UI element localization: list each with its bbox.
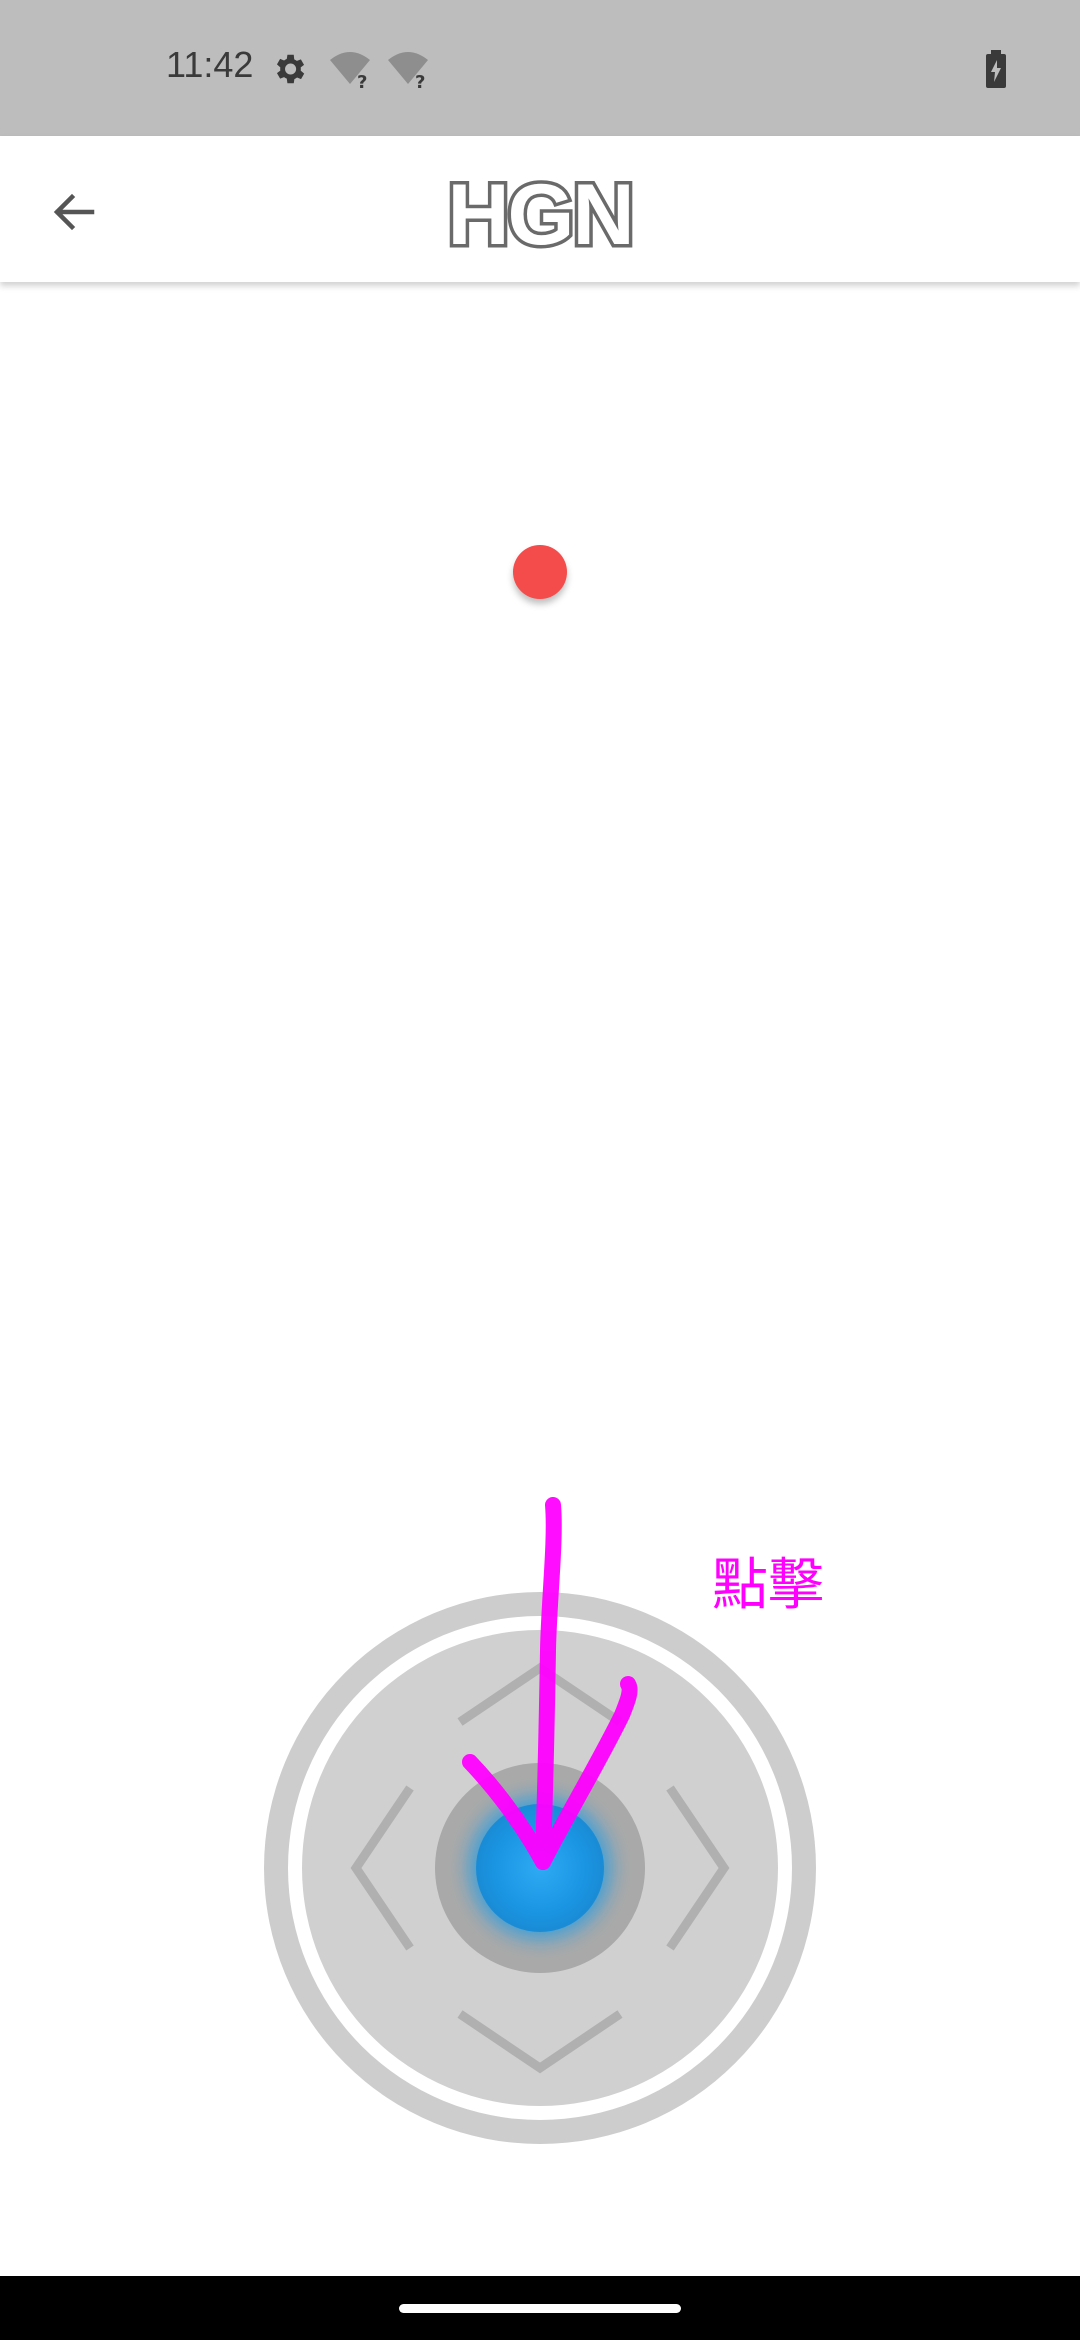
- joystick-knob[interactable]: [476, 1804, 604, 1932]
- wifi-unknown-icon: ?: [386, 50, 430, 94]
- target-dot: [513, 545, 567, 599]
- navigation-bar: [0, 2276, 1080, 2340]
- app-bar: HGN: [0, 136, 1080, 282]
- tap-label: 點擊: [712, 1553, 824, 1618]
- battery-charging-icon: [984, 50, 1008, 94]
- status-bar: 11:42 ? ?: [0, 0, 1080, 136]
- settings-icon: [270, 50, 308, 92]
- status-time: 11:42: [166, 44, 254, 85]
- joystick[interactable]: [264, 1592, 816, 2144]
- svg-text:?: ?: [357, 72, 367, 90]
- wifi-unknown-icon: ?: [328, 50, 372, 94]
- app-logo: HGN: [444, 164, 638, 267]
- svg-text:?: ?: [415, 72, 425, 90]
- home-indicator[interactable]: [399, 2304, 681, 2313]
